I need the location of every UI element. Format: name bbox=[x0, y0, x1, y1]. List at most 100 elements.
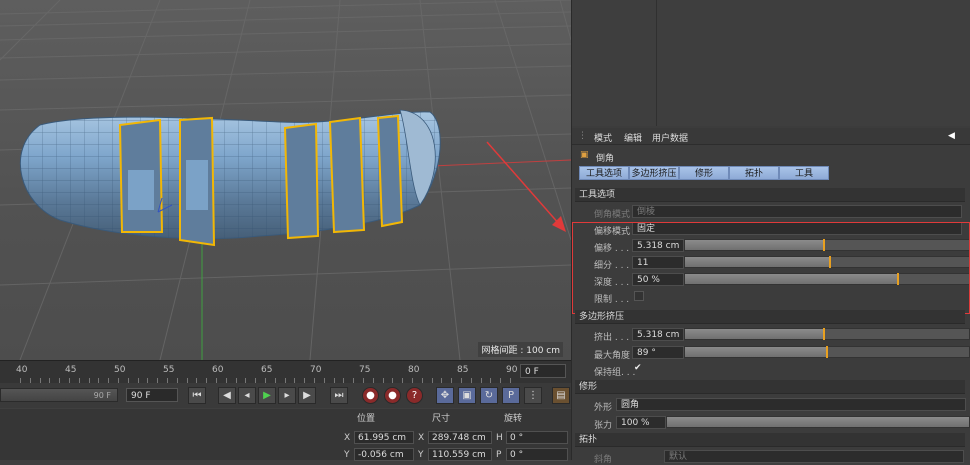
axis-label: Y bbox=[344, 450, 350, 460]
bevel-mode-label: 倒角模式 bbox=[594, 210, 631, 220]
prev-key-button[interactable]: ◀ bbox=[218, 387, 236, 404]
timeline-tick: 55 bbox=[163, 365, 175, 375]
topology-dropdown[interactable]: 默认 bbox=[664, 450, 964, 463]
position-y-field[interactable]: -0.056 cm bbox=[354, 448, 414, 461]
rotation-header: 旋转 bbox=[504, 414, 523, 424]
key-parameter-button[interactable]: P bbox=[502, 387, 520, 404]
play-button[interactable]: ▶ bbox=[258, 387, 276, 404]
depth-slider[interactable] bbox=[684, 273, 970, 285]
timeline-tick: 85 bbox=[457, 365, 469, 375]
back-arrow-icon[interactable]: ◀ bbox=[948, 131, 955, 141]
key-grid-button[interactable]: ⋮ bbox=[524, 387, 542, 404]
current-frame-field[interactable]: 0 F bbox=[520, 364, 566, 378]
max-angle-slider[interactable] bbox=[684, 346, 970, 358]
scale-icon: ▣ bbox=[462, 390, 472, 401]
timeline-tick: 80 bbox=[408, 365, 420, 375]
subdivision-label: 细分 . . . bbox=[594, 261, 630, 271]
goto-end-button[interactable]: ⏭ bbox=[330, 387, 348, 404]
timeline-tick: 75 bbox=[359, 365, 371, 375]
viewport-scene bbox=[0, 0, 571, 360]
key-position-button[interactable]: ✥ bbox=[436, 387, 454, 404]
topology-label: 斜角 bbox=[594, 455, 613, 465]
keyframe-help-button[interactable]: ? bbox=[406, 387, 423, 404]
record-key-icon: ● bbox=[366, 390, 375, 401]
skip-forward-icon: ⏭ bbox=[334, 390, 344, 401]
offset-field[interactable]: 5.318 cm bbox=[632, 239, 684, 252]
rotate-icon: ↻ bbox=[484, 390, 494, 401]
object-manager-panel[interactable] bbox=[571, 0, 970, 126]
preview-range-slider[interactable]: 90 F bbox=[0, 388, 118, 402]
section-shaping[interactable]: 修形 bbox=[575, 380, 965, 394]
size-y-field[interactable]: 110.559 cm bbox=[428, 448, 492, 461]
tension-slider[interactable] bbox=[666, 416, 970, 428]
move-icon: ✥ bbox=[440, 390, 450, 401]
offset-slider[interactable] bbox=[684, 239, 970, 251]
tab-tool-options[interactable]: 工具选项 bbox=[579, 166, 629, 180]
end-frame-field[interactable]: 90 F bbox=[126, 388, 178, 402]
tab-polygon-extrude[interactable]: 多边形挤压 bbox=[629, 166, 679, 180]
subdivision-field[interactable]: 11 bbox=[632, 256, 684, 269]
autokey-button[interactable]: ● bbox=[384, 387, 401, 404]
keep-group-label: 保持组. . . bbox=[594, 368, 636, 378]
limit-checkbox[interactable] bbox=[634, 291, 644, 301]
prev-key-icon: ◀ bbox=[223, 390, 231, 401]
bevel-tool-icon: ▣ bbox=[580, 150, 589, 160]
section-topology[interactable]: 拓扑 bbox=[575, 433, 965, 447]
goto-start-button[interactable]: ⏮ bbox=[188, 387, 206, 404]
timeline-tick: 70 bbox=[310, 365, 322, 375]
offset-label: 偏移 . . . bbox=[594, 244, 630, 254]
extrude-field[interactable]: 5.318 cm bbox=[632, 328, 684, 341]
rotation-h-field[interactable]: 0 ° bbox=[506, 431, 568, 444]
max-angle-field[interactable]: 89 ° bbox=[632, 346, 684, 359]
tension-field[interactable]: 100 % bbox=[616, 416, 666, 429]
extrude-slider[interactable] bbox=[684, 328, 970, 340]
position-x-field[interactable]: 61.995 cm bbox=[354, 431, 414, 444]
timeline-ruler[interactable]: 40 45 50 55 60 65 70 75 80 85 90 0 F bbox=[0, 360, 571, 383]
section-tool-options[interactable]: 工具选项 bbox=[575, 188, 965, 202]
size-header: 尺寸 bbox=[432, 414, 451, 424]
section-polygon-extrude[interactable]: 多边形挤压 bbox=[575, 310, 965, 324]
grid-distance-label: 网格间距 : 100 cm bbox=[478, 342, 563, 357]
record-button[interactable]: ● bbox=[362, 387, 379, 404]
depth-field[interactable]: 50 % bbox=[632, 273, 684, 286]
next-key-button[interactable]: ▶ bbox=[298, 387, 316, 404]
step-forward-icon: ▸ bbox=[284, 390, 290, 401]
timeline-tick: 40 bbox=[16, 365, 28, 375]
rotation-p-field[interactable]: 0 ° bbox=[506, 448, 568, 461]
menu-user-data[interactable]: 用户数据 bbox=[652, 131, 688, 144]
tab-tool[interactable]: 工具 bbox=[779, 166, 829, 180]
tool-title: 倒角 bbox=[596, 154, 615, 164]
tab-shaping[interactable]: 修形 bbox=[679, 166, 729, 180]
axis-label: H bbox=[496, 433, 503, 443]
limit-label: 限制 . . . bbox=[594, 295, 630, 305]
timeline-tick: 90 bbox=[506, 365, 518, 375]
bevel-mode-dropdown[interactable]: 倒棱 bbox=[632, 205, 962, 218]
menu-edit[interactable]: 编辑 bbox=[624, 131, 642, 144]
film-strip-button[interactable]: ▤ bbox=[552, 387, 570, 404]
question-icon: ? bbox=[411, 390, 418, 401]
prev-frame-button[interactable]: ◂ bbox=[238, 387, 256, 404]
grid-icon: ⋮ bbox=[528, 390, 538, 401]
attributes-menu-bar: ⋮ 模式 编辑 用户数据 ◀ bbox=[572, 128, 970, 145]
axis-label: P bbox=[496, 450, 502, 460]
menu-mode[interactable]: 模式 bbox=[594, 131, 612, 144]
tab-topology[interactable]: 拓扑 bbox=[729, 166, 779, 180]
extrude-label: 挤出 . . . bbox=[594, 333, 630, 343]
keep-group-checkbox[interactable]: ✔ bbox=[634, 363, 642, 373]
offset-mode-dropdown[interactable]: 固定 bbox=[632, 222, 962, 235]
timeline-tick: 45 bbox=[65, 365, 77, 375]
depth-label: 深度 . . . bbox=[594, 278, 630, 288]
key-rotation-button[interactable]: ↻ bbox=[480, 387, 498, 404]
key-scale-button[interactable]: ▣ bbox=[458, 387, 476, 404]
axis-label: X bbox=[344, 433, 351, 443]
next-key-icon: ▶ bbox=[303, 390, 311, 401]
next-frame-button[interactable]: ▸ bbox=[278, 387, 296, 404]
size-x-field[interactable]: 289.748 cm bbox=[428, 431, 492, 444]
shape-dropdown[interactable]: 圆角 bbox=[616, 398, 966, 411]
subdivision-slider[interactable] bbox=[684, 256, 970, 268]
3d-viewport[interactable]: 网格间距 : 100 cm bbox=[0, 0, 571, 360]
shape-label: 外形 bbox=[594, 403, 613, 413]
skip-back-icon: ⏮ bbox=[192, 390, 202, 401]
step-back-icon: ◂ bbox=[244, 390, 250, 401]
axis-label: Y bbox=[418, 450, 424, 460]
